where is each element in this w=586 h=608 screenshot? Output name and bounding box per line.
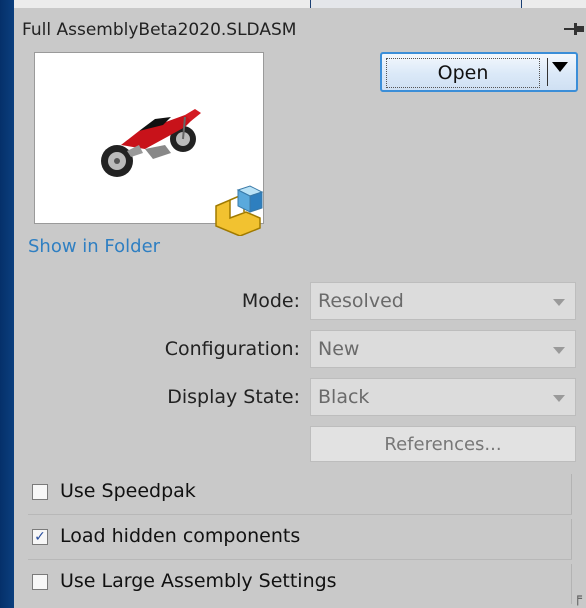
window-frame-left bbox=[0, 0, 14, 608]
open-button[interactable]: Open bbox=[380, 52, 578, 92]
use-large-assembly-settings-checkbox[interactable] bbox=[32, 574, 48, 590]
display-state-value: Black bbox=[318, 386, 370, 408]
divider bbox=[571, 564, 572, 604]
pin-icon[interactable] bbox=[562, 20, 586, 43]
chevron-down-icon bbox=[553, 347, 565, 354]
top-strip-tab bbox=[310, 0, 522, 8]
assembly-icon bbox=[210, 182, 264, 240]
configuration-select[interactable]: New bbox=[310, 330, 576, 368]
open-button-label[interactable]: Open bbox=[386, 58, 540, 88]
open-dialog-panel: Full AssemblyBeta2020.SLDASM Show in Fol… bbox=[14, 8, 586, 608]
display-state-label: Display State: bbox=[167, 386, 300, 408]
load-hidden-components-label[interactable]: Load hidden components bbox=[60, 525, 300, 547]
open-button-separator bbox=[547, 58, 548, 86]
display-state-select[interactable]: Black bbox=[310, 378, 576, 416]
chevron-down-icon[interactable] bbox=[552, 62, 568, 72]
use-speedpak-label[interactable]: Use Speedpak bbox=[60, 480, 196, 502]
configuration-value: New bbox=[318, 338, 360, 360]
resize-grip-icon[interactable]: ╒ bbox=[574, 590, 582, 606]
load-hidden-components-checkbox[interactable]: ✓ bbox=[32, 529, 48, 545]
load-hidden-components-option[interactable]: ✓ Load hidden components bbox=[28, 519, 572, 560]
top-strip bbox=[14, 0, 586, 8]
use-speedpak-option[interactable]: Use Speedpak bbox=[28, 474, 572, 515]
use-large-assembly-settings-option[interactable]: Use Large Assembly Settings bbox=[28, 564, 572, 604]
mode-label: Mode: bbox=[241, 290, 300, 312]
chevron-down-icon bbox=[553, 299, 565, 306]
configuration-label: Configuration: bbox=[164, 338, 300, 360]
chevron-down-icon bbox=[553, 395, 565, 402]
use-large-assembly-settings-label[interactable]: Use Large Assembly Settings bbox=[60, 570, 337, 592]
mode-select[interactable]: Resolved bbox=[310, 282, 576, 320]
divider bbox=[571, 519, 572, 559]
show-in-folder-link[interactable]: Show in Folder bbox=[28, 236, 160, 257]
use-speedpak-checkbox[interactable] bbox=[32, 484, 48, 500]
divider bbox=[571, 474, 572, 514]
file-name: Full AssemblyBeta2020.SLDASM bbox=[22, 20, 297, 40]
mode-value: Resolved bbox=[318, 290, 404, 312]
references-button[interactable]: References... bbox=[310, 426, 576, 462]
